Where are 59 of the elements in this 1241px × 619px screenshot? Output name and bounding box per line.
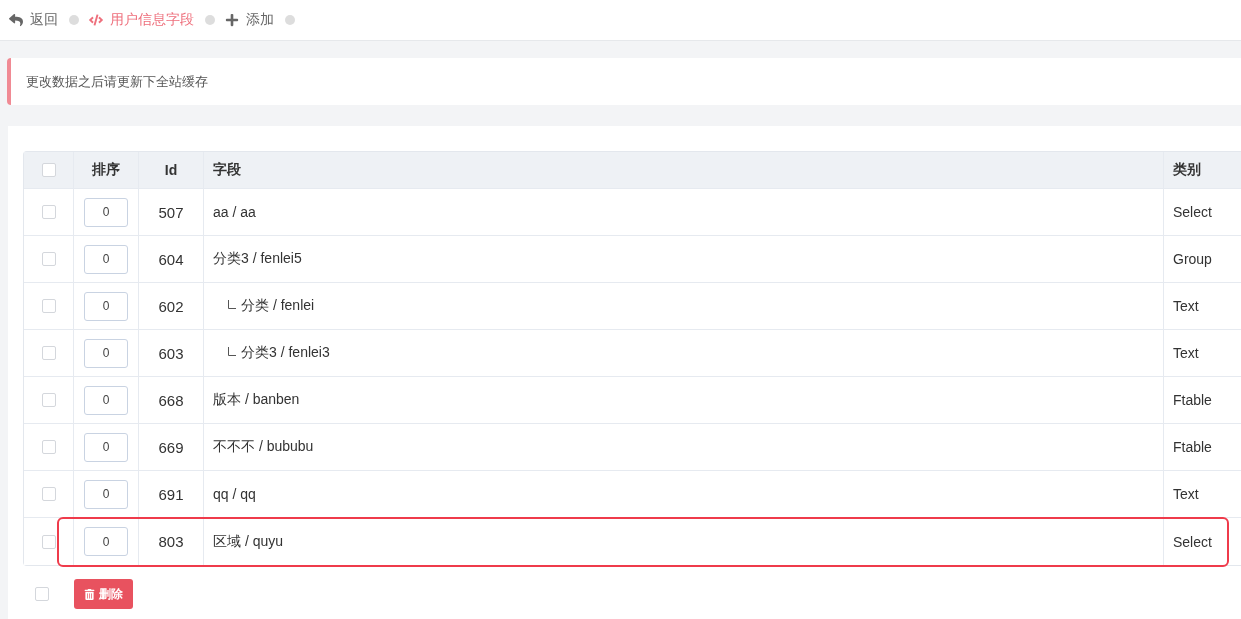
table-cell-text: Text — [1172, 344, 1200, 363]
sort-input[interactable]: 0 — [84, 291, 128, 321]
column-header: Id — [139, 152, 204, 188]
checkbox[interactable] — [41, 393, 56, 407]
field-name: aa / aa — [213, 204, 256, 220]
sort-input[interactable]: 0 — [84, 432, 128, 462]
delete-button[interactable]: 删除 — [74, 579, 133, 609]
table-cell: 604 — [139, 236, 204, 282]
table-cell: 669 — [139, 424, 204, 470]
reply-icon — [9, 13, 23, 27]
sort-input[interactable]: 0 — [84, 385, 128, 415]
field-name: 区域 / quyu — [213, 532, 284, 551]
table-cell: 803 — [139, 518, 204, 565]
tree-branch-icon — [228, 300, 236, 309]
sort-input[interactable]: 0 — [84, 197, 128, 227]
checkbox[interactable] — [41, 346, 56, 360]
field-name: 分类3 / fenlei3 — [241, 344, 330, 362]
code-icon — [89, 13, 103, 27]
sort-input[interactable]: 0 — [84, 244, 128, 274]
table-cell: 603 — [139, 330, 204, 376]
table-cell: 668 — [139, 377, 204, 423]
table-cell: 691 — [139, 471, 204, 517]
checkbox[interactable] — [41, 299, 56, 313]
table-cell-text: Select — [1172, 203, 1213, 222]
checkbox[interactable] — [41, 205, 56, 219]
field-name: 不不不 / bububu — [213, 438, 314, 456]
field-name: qq / qq — [213, 486, 256, 502]
field-name: 分类3 / fenlei5 — [213, 250, 302, 268]
plus-icon — [225, 13, 239, 27]
checkbox[interactable] — [41, 163, 56, 177]
alert-text: 更改数据之后请更新下全站缓存 — [26, 72, 208, 91]
dot-icon — [205, 15, 215, 25]
column-header: 排序 — [74, 152, 139, 188]
table-cell: 507 — [139, 189, 204, 235]
field-name: 分类 / fenlei — [241, 297, 315, 315]
breadcrumb-link[interactable]: 返回 — [9, 11, 58, 29]
column-header: 字段 — [204, 152, 1164, 188]
breadcrumb-link[interactable]: 添加 — [225, 11, 274, 29]
dot-icon — [285, 15, 295, 25]
sort-input[interactable]: 0 — [84, 527, 128, 556]
sort-input[interactable]: 0 — [84, 479, 128, 509]
table-cell-text: Ftable — [1172, 438, 1213, 457]
checkbox[interactable] — [41, 534, 56, 549]
field-name: 版本 / banben — [213, 391, 300, 409]
table-cell-text: Text — [1172, 297, 1200, 316]
table-cell-text: Ftable — [1172, 391, 1213, 410]
checkbox[interactable] — [41, 440, 56, 454]
tree-branch-icon — [228, 347, 236, 356]
trash-icon — [84, 588, 95, 600]
table-cell: 602 — [139, 283, 204, 329]
table-cell-text: Text — [1172, 485, 1200, 504]
table-cell-text: Group — [1172, 250, 1213, 269]
checkbox[interactable] — [35, 587, 49, 601]
sort-input[interactable]: 0 — [84, 338, 128, 368]
checkbox[interactable] — [41, 487, 56, 501]
checkbox[interactable] — [41, 252, 56, 266]
dot-icon — [69, 15, 79, 25]
table-cell-text: Select — [1172, 532, 1213, 552]
column-header: 类别 — [1172, 160, 1202, 179]
